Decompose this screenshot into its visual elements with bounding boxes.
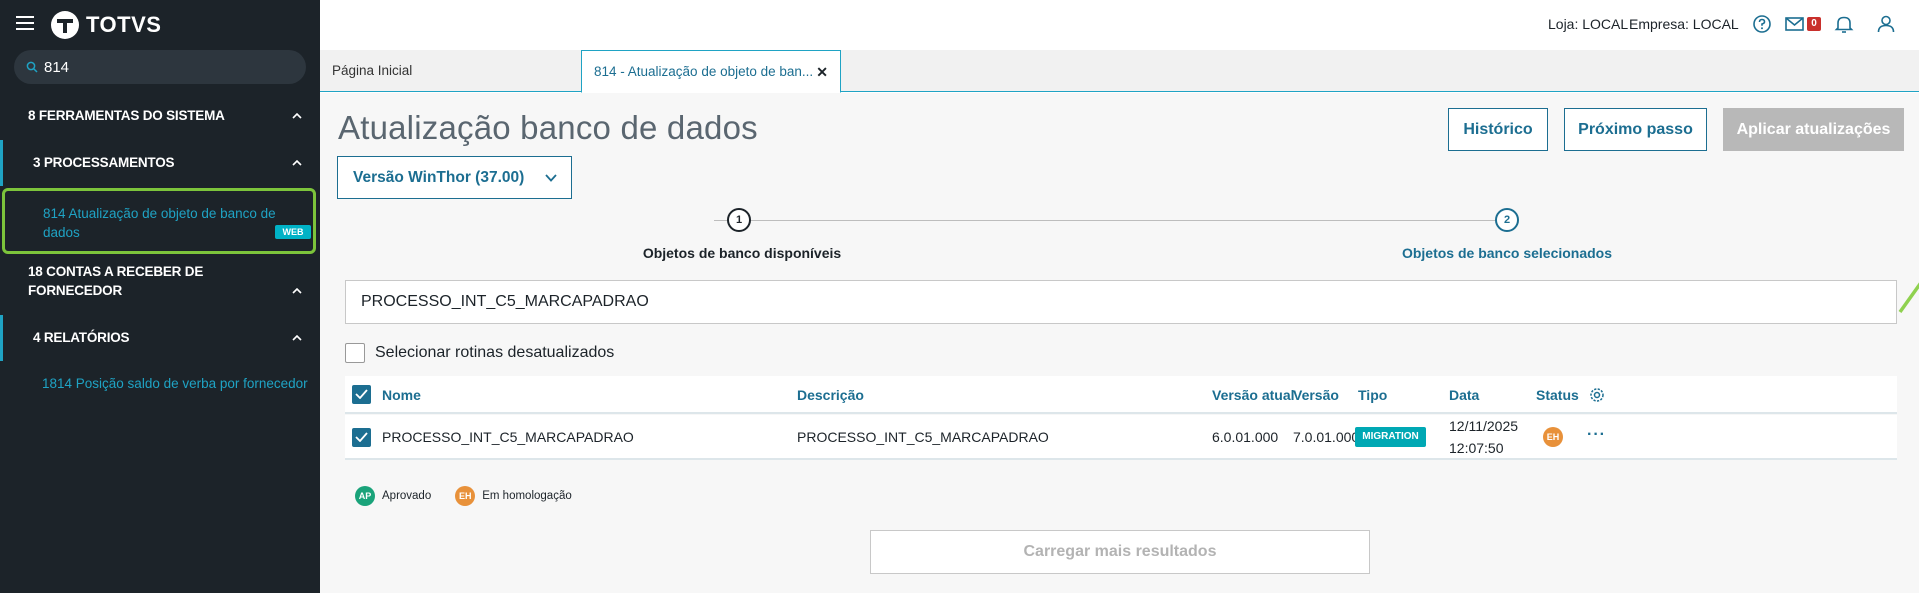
totvs-logo: TOTVS [50,10,161,40]
check-icon [355,389,368,399]
legend-item-homologacao: EH Em homologação [455,486,572,506]
tipo-badge: MIGRATION [1355,427,1426,447]
col-nome[interactable]: Nome [382,387,421,403]
app-root: TOTVS 8 FERRAMENTAS DO SISTEMA 3 PROCESS… [0,0,1919,593]
legend-label: Em homologação [482,490,572,502]
gear-icon[interactable] [1589,387,1605,403]
sidebar-search[interactable] [14,50,306,84]
user-icon[interactable] [1875,13,1897,35]
step-2-label: Objetos de banco selecionados [1401,245,1613,261]
legend-label: Aprovado [382,490,432,502]
chevron-up-icon[interactable] [292,113,302,119]
legend-dot: AP [355,486,375,506]
load-more-button[interactable]: Carregar mais resultados [870,530,1370,574]
hamburger-menu-icon[interactable] [16,16,34,32]
legend-item-aprovado: AP Aprovado [355,486,431,506]
sidebar-section-processamentos[interactable]: 3 PROCESSAMENTOS [0,140,320,186]
historico-button[interactable]: Histórico [1448,108,1548,151]
step-1-label: Objetos de banco disponíveis [642,245,842,261]
version-select[interactable]: Versão WinThor (37.00) [337,156,572,199]
tab-814[interactable]: 814 - Atualização de objeto de ban... ✕ [581,50,841,93]
sidebar-section-relatorios[interactable]: 4 RELATÓRIOS [0,315,320,361]
sidebar: TOTVS 8 FERRAMENTAS DO SISTEMA 3 PROCESS… [0,0,320,593]
cell-data: 12/11/2025 [1449,418,1519,434]
page-title: Atualização banco de dados [338,109,758,146]
table-row[interactable]: PROCESSO_INT_C5_MARCAPADRAO PROCESSO_INT… [345,415,1897,460]
col-status[interactable]: Status [1536,387,1579,403]
selecionar-desatualizados-row[interactable]: Selecionar rotinas desatualizados [345,342,614,364]
tab-label: 814 - Atualização de objeto de ban... [594,64,814,79]
chevron-up-icon[interactable] [292,335,302,341]
cell-hora: 12:07:50 [1449,440,1504,456]
select-all-checkbox[interactable] [352,385,371,404]
tab-pagina-inicial[interactable]: Página Inicial [320,50,580,92]
sidebar-item-label: 814 Atualização de objeto de banco de da… [43,206,276,240]
aplicar-atualizacoes-button[interactable]: Aplicar atualizações [1723,108,1904,151]
help-icon[interactable] [1751,13,1773,35]
mail-icon[interactable] [1784,13,1806,35]
more-options-icon[interactable]: ··· [1587,426,1606,444]
empresa-label: Empresa: LOCAL [1629,16,1739,32]
loja-label: Loja: LOCAL [1548,16,1629,32]
sidebar-section-label: 4 RELATÓRIOS [33,330,130,345]
col-data[interactable]: Data [1449,387,1479,403]
col-tipo[interactable]: Tipo [1358,387,1387,403]
cell-descricao: PROCESSO_INT_C5_MARCAPADRAO [797,429,1049,445]
selecionar-desatualizados-checkbox[interactable] [345,343,365,363]
table-header: Nome Descrição Versão atual Versão Tipo … [345,376,1897,414]
chevron-down-icon [545,174,557,182]
row-checkbox[interactable] [352,428,371,447]
tab-label: Página Inicial [332,63,413,78]
chevron-up-icon[interactable] [292,288,302,294]
legend-dot: EH [455,486,476,506]
top-bar: Loja: LOCAL Empresa: LOCAL 0 [320,0,1919,50]
cell-versao: 7.0.01.000 [1293,429,1360,445]
proximo-passo-button[interactable]: Próximo passo [1564,108,1707,151]
col-descricao[interactable]: Descrição [797,387,864,403]
sidebar-section-contas-receber[interactable]: 18 CONTAS A RECEBER DE FORNECEDOR [0,262,320,304]
brand-name: TOTVS [86,12,162,37]
sidebar-item-814[interactable]: 814 Atualização de objeto de banco de da… [2,188,316,254]
check-icon [355,432,368,442]
col-versao-atual[interactable]: Versão atual [1212,387,1295,403]
cell-versao-atual: 6.0.01.000 [1212,429,1279,445]
checkbox-label: Selecionar rotinas desatualizados [375,344,615,361]
step-1-circle[interactable]: 1 [727,208,751,232]
sidebar-item-1814[interactable]: 1814 Posição saldo de verba por forneced… [42,376,308,391]
sidebar-search-input[interactable] [44,57,294,77]
bell-icon[interactable] [1833,13,1855,35]
chevron-up-icon[interactable] [292,160,302,166]
main-content: Atualização banco de dados Versão WinTho… [320,93,1919,593]
stepper-line [714,220,1496,221]
col-versao[interactable]: Versão [1293,387,1339,403]
status-legend: AP Aprovado EH Em homologação [355,485,596,507]
cell-nome: PROCESSO_INT_C5_MARCAPADRAO [382,429,634,445]
mail-count-badge: 0 [1807,17,1821,31]
sidebar-section-ferramentas[interactable]: 8 FERRAMENTAS DO SISTEMA [0,104,320,128]
search-icon [26,61,38,73]
filter-input[interactable] [345,280,1897,324]
step-2-circle[interactable]: 2 [1495,208,1519,232]
close-icon[interactable]: ✕ [816,51,828,93]
sidebar-section-label: 3 PROCESSAMENTOS [33,155,175,170]
sidebar-section-label: 18 CONTAS A RECEBER DE FORNECEDOR [28,264,204,298]
version-select-value: Versão WinThor (37.00) [353,169,525,186]
totvs-logo-icon [51,11,79,39]
status-badge: EH [1543,427,1563,447]
sidebar-section-label: 8 FERRAMENTAS DO SISTEMA [28,108,225,123]
logo-row: TOTVS [0,0,320,50]
web-badge: WEB [275,225,311,239]
tab-bar: Página Inicial 814 - Atualização de obje… [320,50,1919,93]
